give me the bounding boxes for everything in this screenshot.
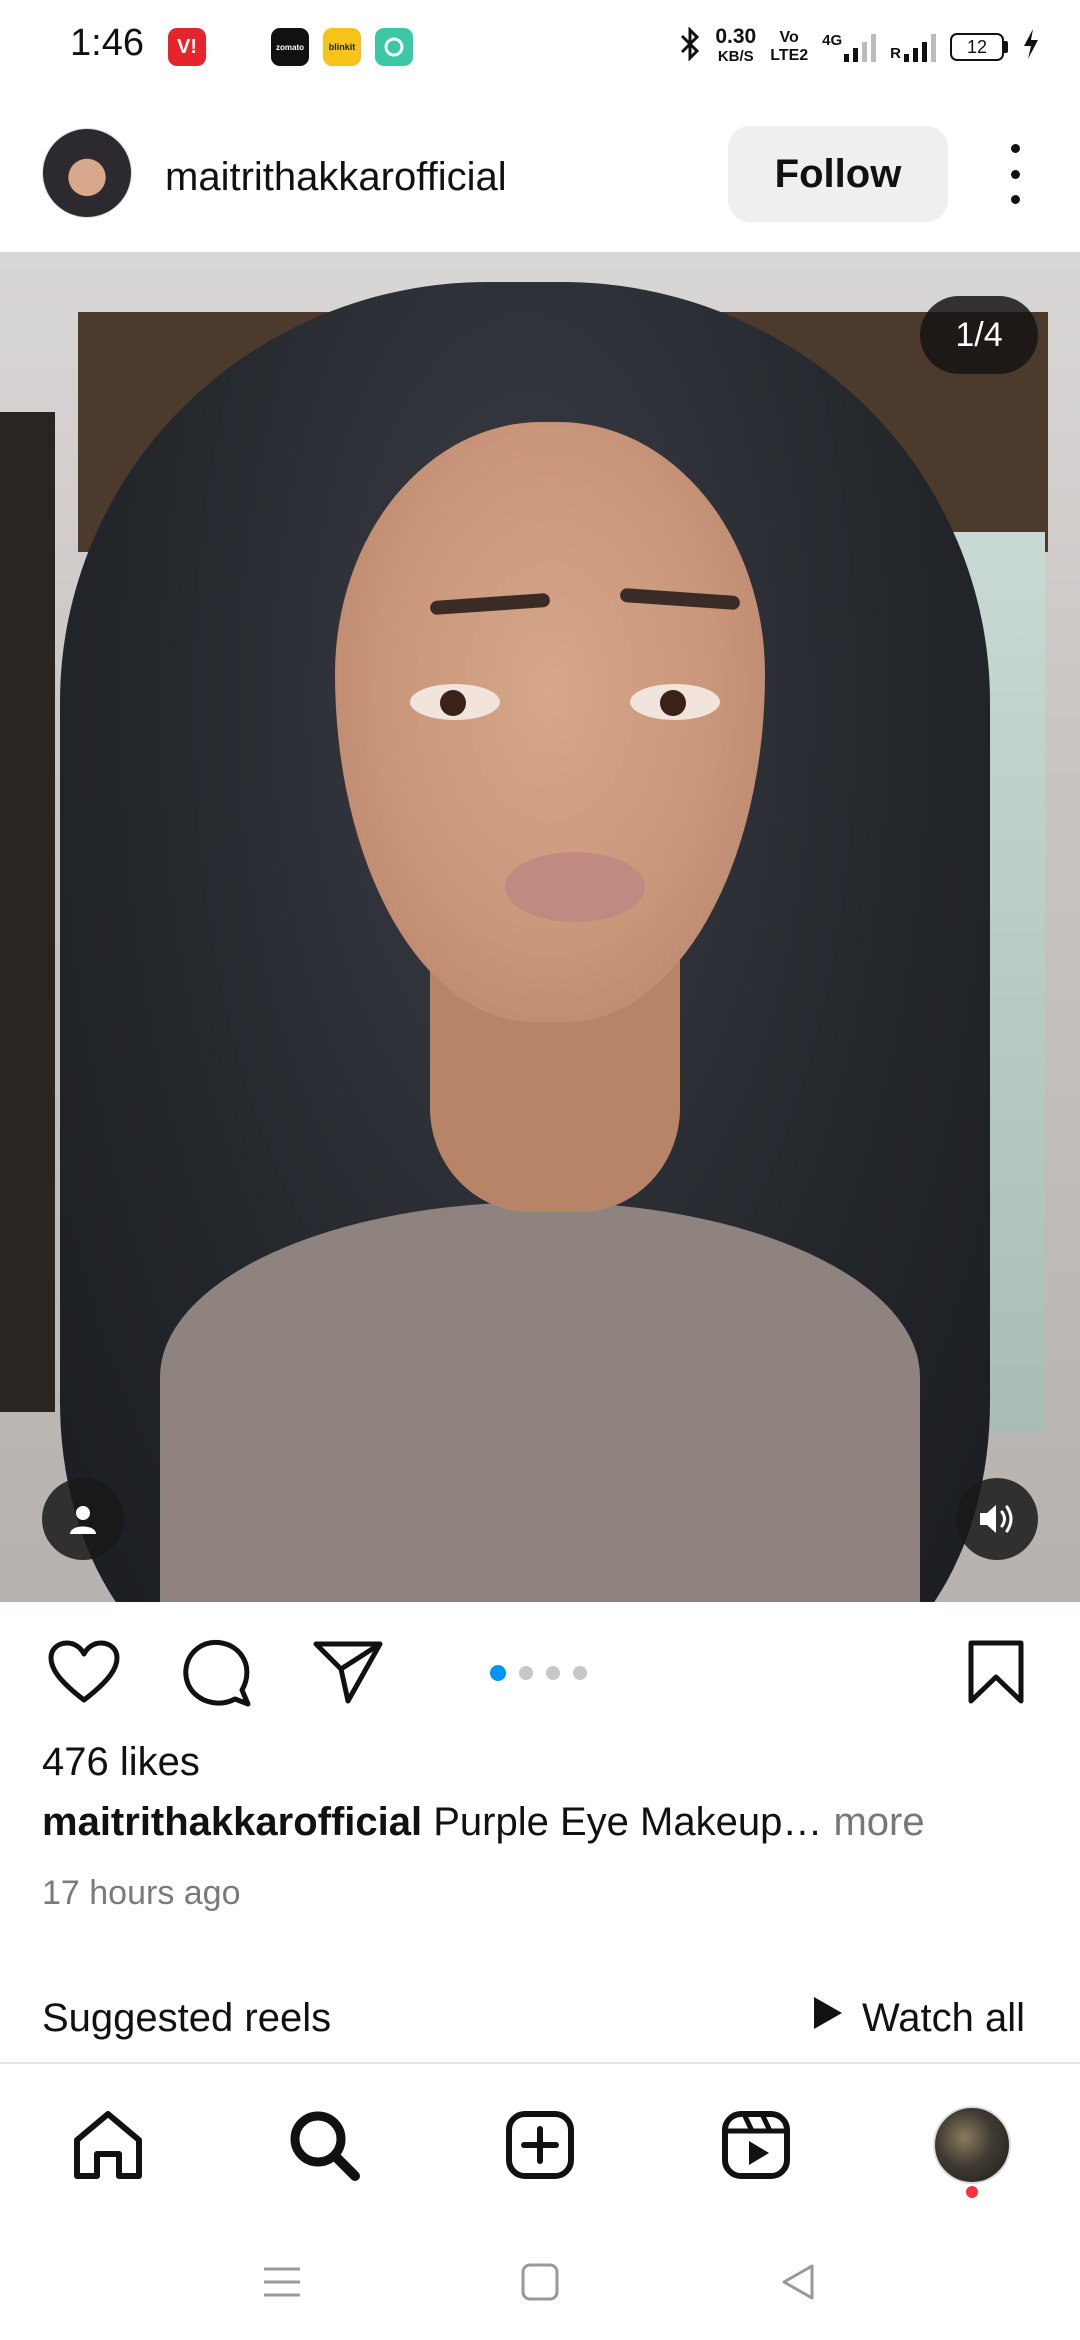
home-icon[interactable] xyxy=(63,2100,153,2190)
username[interactable]: maitrithakkarofficial xyxy=(165,155,507,200)
watch-all-button[interactable]: Watch all xyxy=(812,1990,1025,2046)
volte-bottom: LTE2 xyxy=(770,47,809,64)
signal-bars-icon xyxy=(844,32,877,62)
back-icon[interactable] xyxy=(768,2252,828,2312)
carousel-dot xyxy=(546,1666,560,1680)
notification-dot xyxy=(966,2186,978,2198)
volte-top: Vo xyxy=(779,29,799,46)
post-timestamp: 17 hours ago xyxy=(42,1874,241,1912)
blinkit-app-icon: blinkit xyxy=(323,28,361,66)
battery-icon: 12 xyxy=(950,33,1008,61)
vi-app-icon: V! xyxy=(168,28,206,66)
like-count[interactable]: 476 likes xyxy=(42,1740,200,1785)
search-icon[interactable] xyxy=(279,2100,369,2190)
share-icon[interactable] xyxy=(310,1634,386,1710)
chat-app-icon xyxy=(375,28,413,66)
reels-icon[interactable] xyxy=(711,2100,801,2190)
status-time: 1:46 xyxy=(70,22,144,64)
caption-text: Purple Eye Makeup xyxy=(422,1800,783,1844)
photo-lips xyxy=(505,852,645,922)
follow-button[interactable]: Follow xyxy=(728,126,948,222)
profile-avatar xyxy=(933,2106,1011,2184)
carousel-page-counter: 1/4 xyxy=(920,296,1038,374)
charging-icon xyxy=(1022,28,1040,66)
roaming-indicator: R xyxy=(890,45,901,62)
carousel-dot xyxy=(519,1666,533,1680)
photo-eye-left xyxy=(410,684,500,720)
post-caption[interactable]: maitrithakkarofficial Purple Eye Makeup…… xyxy=(42,1800,925,1845)
home-button-icon[interactable] xyxy=(510,2252,570,2312)
status-indicators: 0.30 KB/S Vo LTE2 4G R 12 xyxy=(679,22,1040,72)
speaker-icon[interactable] xyxy=(956,1478,1038,1560)
post-header: maitrithakkarofficial Follow xyxy=(0,110,1080,250)
signal-bars-icon xyxy=(904,32,936,62)
create-icon[interactable] xyxy=(495,2100,585,2190)
more-options-icon[interactable] xyxy=(995,144,1035,204)
battery-level: 12 xyxy=(966,36,988,57)
watch-all-label: Watch all xyxy=(862,1995,1026,2040)
photo-background-door xyxy=(0,412,55,1412)
heart-icon[interactable] xyxy=(46,1634,122,1710)
bottom-navigation xyxy=(0,2062,1080,2222)
signal-sim2: R xyxy=(890,32,936,62)
zomato-app-icon: zomato xyxy=(271,28,309,66)
person-tag-icon[interactable] xyxy=(42,1478,124,1560)
photo-eye-right xyxy=(630,684,720,720)
volte-indicator: Vo LTE2 xyxy=(770,29,808,65)
post-action-bar xyxy=(0,1610,1080,1730)
profile-tab[interactable] xyxy=(927,2100,1017,2190)
network-type: 4G xyxy=(822,32,843,49)
carousel-dot xyxy=(573,1666,587,1680)
caption-more-link[interactable]: more xyxy=(822,1800,924,1844)
bluetooth-icon xyxy=(679,26,701,67)
network-speed-unit: KB/S xyxy=(717,48,754,65)
avatar[interactable] xyxy=(42,128,132,218)
carousel-dot-active xyxy=(490,1665,506,1681)
status-bar: 1:46 V! zomato blinkit 0.30 KB/S Vo LTE2… xyxy=(0,0,1080,96)
signal-sim1: 4G xyxy=(822,32,877,62)
comment-icon[interactable] xyxy=(178,1634,254,1710)
carousel-dots xyxy=(490,1665,587,1681)
caption-username[interactable]: maitrithakkarofficial xyxy=(42,1800,422,1844)
play-icon xyxy=(812,1995,844,2041)
bookmark-icon[interactable] xyxy=(958,1634,1034,1710)
network-speed-value: 0.30 xyxy=(715,25,757,48)
system-navigation-bar xyxy=(0,2222,1080,2340)
network-speed: 0.30 KB/S xyxy=(715,25,757,67)
menu-icon[interactable] xyxy=(252,2252,312,2312)
suggested-reels-title: Suggested reels xyxy=(42,1996,332,2040)
caption-ellipsis: … xyxy=(782,1800,823,1844)
photo-shirt xyxy=(160,1202,920,1602)
post-media[interactable]: 1/4 xyxy=(0,252,1080,1602)
